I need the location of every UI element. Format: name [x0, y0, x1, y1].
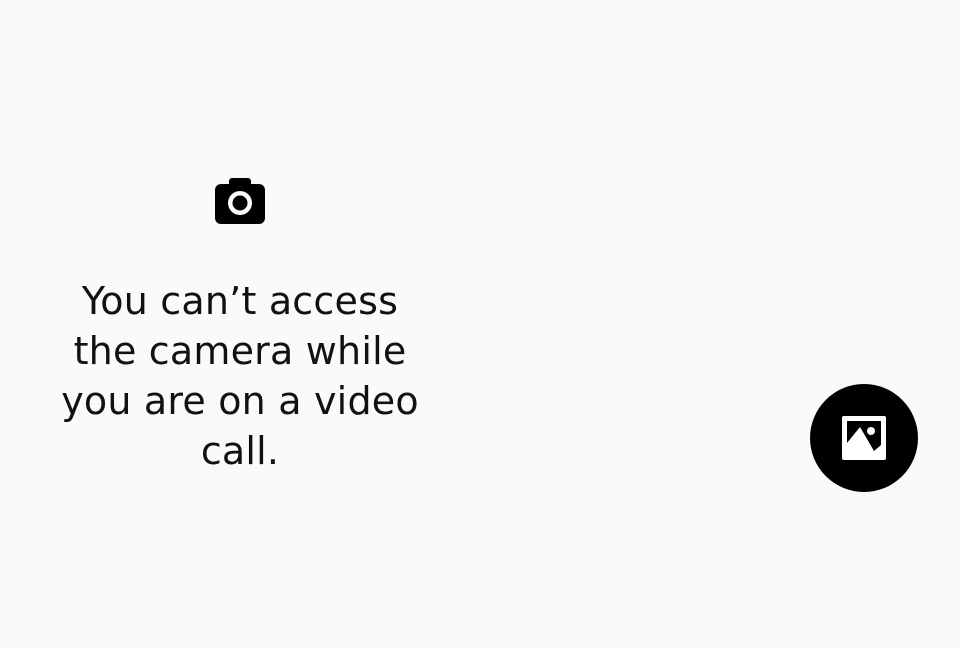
camera-unavailable-message: You can’t access the camera while you ar…	[40, 276, 440, 476]
open-gallery-button[interactable]	[810, 384, 918, 492]
image-gallery-icon	[842, 416, 886, 460]
message-line: call.	[200, 429, 280, 473]
camera-icon	[215, 178, 265, 224]
message-line: You can’t access	[81, 279, 399, 323]
message-line: you are on a video	[61, 379, 419, 423]
message-line: the camera while	[73, 329, 407, 373]
